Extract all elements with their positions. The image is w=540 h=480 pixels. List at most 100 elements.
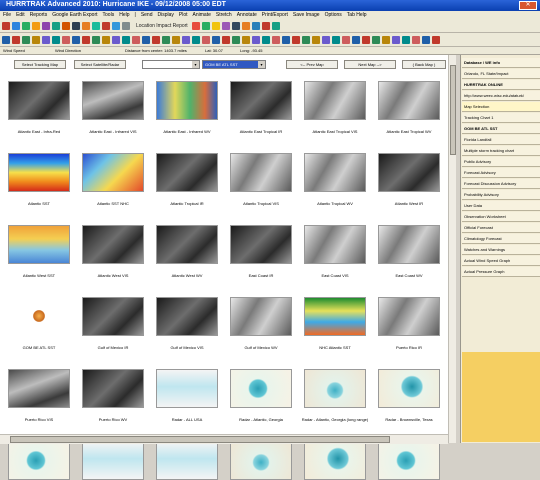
thumbnail-image[interactable] (378, 369, 440, 408)
tool-icon[interactable] (82, 35, 90, 44)
tool-icon[interactable] (292, 35, 300, 44)
thumbnail-image[interactable] (304, 297, 366, 336)
tool-icon[interactable] (92, 35, 100, 44)
menu-item[interactable]: Help (119, 12, 129, 18)
thumbnail-image[interactable] (8, 225, 70, 264)
menu-item[interactable]: Stretch (216, 12, 232, 18)
menu-item[interactable]: Annotate (237, 12, 257, 18)
menu-item[interactable]: Send (141, 12, 153, 18)
tool-icon[interactable] (382, 35, 390, 44)
tool-icon[interactable] (342, 35, 350, 44)
tool-icon[interactable] (42, 21, 50, 30)
tool-icon[interactable] (132, 35, 140, 44)
tool-icon[interactable] (102, 21, 110, 30)
panel-item[interactable]: Florida Landfall (462, 135, 540, 145)
tool-icon[interactable] (302, 35, 310, 44)
menu-item[interactable]: Print/Export (262, 12, 288, 18)
panel-item[interactable]: Map Selection (462, 102, 540, 112)
tool-icon[interactable] (261, 21, 270, 30)
tool-icon[interactable] (62, 35, 70, 44)
thumbnail-image[interactable] (378, 81, 440, 120)
thumbnail-image[interactable] (304, 441, 366, 480)
tool-icon[interactable] (212, 35, 220, 44)
panel-item[interactable]: Forecast Discussion Advisory (462, 179, 540, 189)
panel-item[interactable]: http://www.weec.wisc.edu/ataturk/ (462, 91, 540, 101)
tool-icon[interactable] (241, 21, 250, 30)
tool-icon[interactable] (372, 35, 380, 44)
thumbnail-image[interactable] (304, 225, 366, 264)
tool-icon[interactable] (191, 21, 200, 30)
thumbnail-image[interactable] (378, 225, 440, 264)
tool-icon[interactable] (62, 21, 70, 30)
thumbnail-image[interactable] (230, 225, 292, 264)
thumbnail-image[interactable] (378, 153, 440, 192)
thumbnail-image[interactable] (82, 369, 144, 408)
panel-item[interactable]: User Data (462, 201, 540, 211)
thumbnail-image[interactable] (230, 81, 292, 120)
tool-icon[interactable] (432, 35, 440, 44)
thumbnail-image[interactable] (8, 369, 70, 408)
tool-icon[interactable] (182, 35, 190, 44)
tool-icon[interactable] (102, 35, 110, 44)
tool-icon[interactable] (352, 35, 360, 44)
scroll-thumb[interactable] (10, 436, 390, 443)
menu-item[interactable]: Options (325, 12, 342, 18)
select-satellite-radar-button[interactable]: Select Satellite/Radar (74, 60, 126, 69)
panel-item[interactable]: Observation Worksheet (462, 212, 540, 222)
tool-icon[interactable] (322, 35, 330, 44)
tool-icon[interactable] (332, 35, 340, 44)
tool-icon[interactable] (211, 21, 220, 30)
tool-icon[interactable] (251, 21, 260, 30)
tool-icon[interactable] (402, 35, 410, 44)
thumbnail-image[interactable] (82, 297, 144, 336)
tool-icon[interactable] (72, 35, 80, 44)
tool-icon[interactable] (222, 35, 230, 44)
panel-item[interactable]: GOM BE ATL SST (462, 124, 540, 134)
tool-icon[interactable] (12, 35, 20, 44)
tool-icon[interactable] (172, 35, 180, 44)
menu-item[interactable]: Display (158, 12, 174, 18)
location-impact-report-button[interactable]: Location Impact Report (136, 23, 188, 29)
thumbnail-image[interactable] (304, 81, 366, 120)
menu-item[interactable]: Tools (103, 12, 115, 18)
tool-icon[interactable] (252, 35, 260, 44)
panel-item[interactable]: Orlando, FL State/Impact (462, 69, 540, 79)
menu-item[interactable]: File (3, 12, 11, 18)
tool-icon[interactable] (232, 35, 240, 44)
tool-icon[interactable] (362, 35, 370, 44)
thumbnail-image[interactable] (378, 297, 440, 336)
tool-icon[interactable] (262, 35, 270, 44)
menu-item[interactable]: Save Image (293, 12, 320, 18)
panel-item[interactable]: HURRTRAK ONLINE (462, 80, 540, 90)
panel-item[interactable]: Probability Advisory (462, 190, 540, 200)
satellite-select-dropdown[interactable]: GOM BE ATL SST ▾ (202, 60, 266, 69)
menu-item[interactable]: Tab Help (347, 12, 367, 18)
tool-icon[interactable] (92, 21, 100, 30)
prev-map-button[interactable]: <-- Prev Map (286, 60, 338, 69)
panel-item[interactable]: Database / WE info (462, 58, 540, 68)
thumbnail-image[interactable] (304, 369, 366, 408)
tool-icon[interactable] (272, 35, 280, 44)
select-tracking-map-button[interactable]: Select Tracking Map (14, 60, 66, 69)
tool-icon[interactable] (192, 35, 200, 44)
back-map-button[interactable]: ( Back Map ) (402, 60, 446, 69)
panel-item[interactable]: Official Forecast (462, 223, 540, 233)
thumbnail-image[interactable] (156, 153, 218, 192)
thumbnail-image[interactable] (8, 441, 70, 480)
tool-icon[interactable] (82, 21, 90, 30)
thumbnail-image[interactable] (230, 153, 292, 192)
next-map-button[interactable]: Next Map --> (344, 60, 396, 69)
tool-icon[interactable] (72, 21, 80, 30)
tool-icon[interactable] (22, 35, 30, 44)
tool-icon[interactable] (52, 21, 60, 30)
tool-icon[interactable] (412, 35, 420, 44)
thumbnail-image[interactable] (230, 369, 292, 408)
tool-icon[interactable] (221, 21, 230, 30)
thumbnail-image[interactable] (156, 369, 218, 408)
tool-icon[interactable] (52, 35, 60, 44)
thumbnail-image[interactable] (82, 153, 144, 192)
menu-item[interactable]: Reports (30, 12, 48, 18)
tool-icon[interactable] (22, 21, 30, 30)
thumbnail-image[interactable] (304, 153, 366, 192)
map-select-dropdown[interactable]: ▾ (142, 60, 200, 69)
